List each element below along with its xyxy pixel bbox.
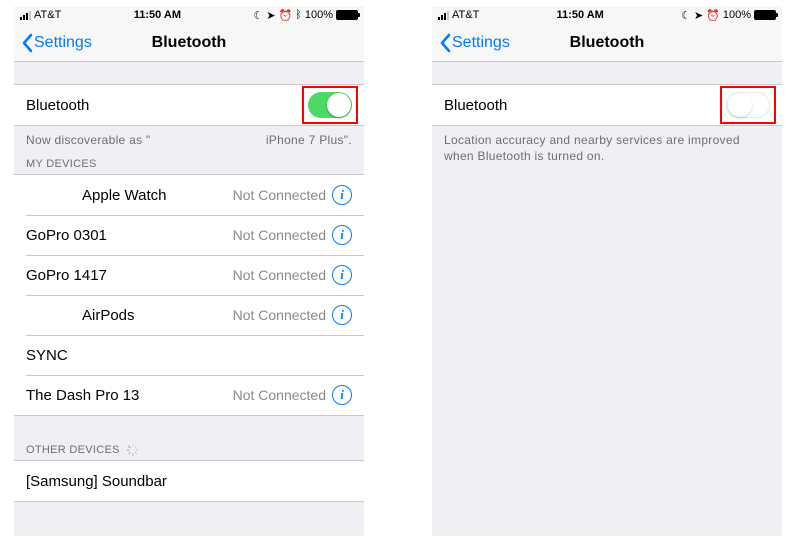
battery-icon — [336, 10, 358, 20]
device-name: AirPods — [26, 307, 135, 324]
bluetooth-toggle-section: Bluetooth — [432, 84, 782, 126]
device-row[interactable]: [Samsung] Soundbar — [14, 461, 364, 501]
do-not-disturb-icon: ☾ — [253, 9, 263, 22]
bluetooth-off-note: Location accuracy and nearby services ar… — [432, 126, 782, 168]
other-devices-list: [Samsung] Soundbar — [14, 460, 364, 502]
status-bar: AT&T 11:50 AM ☾ ➤ ⏰ ᛒ 100% — [14, 6, 364, 24]
battery-icon — [754, 10, 776, 20]
info-icon[interactable]: i — [332, 225, 352, 245]
alarm-icon: ⏰ — [279, 9, 293, 22]
signal-icon — [438, 11, 449, 20]
bluetooth-toggle[interactable] — [308, 92, 352, 118]
battery-pct: 100% — [305, 9, 333, 21]
device-status: Not Connectedi — [233, 305, 352, 325]
device-status: Not Connectedi — [233, 385, 352, 405]
bluetooth-toggle-section: Bluetooth — [14, 84, 364, 126]
device-name: GoPro 1417 — [26, 267, 107, 284]
device-name: [Samsung] Soundbar — [26, 473, 167, 490]
bluetooth-toggle[interactable] — [726, 92, 770, 118]
device-status: Not Connectedi — [233, 185, 352, 205]
device-row[interactable]: SYNC — [14, 335, 364, 375]
bluetooth-toggle-row[interactable]: Bluetooth — [432, 85, 782, 125]
my-devices-list: Apple Watch Not Connectedi GoPro 0301 Not C… — [14, 174, 364, 416]
device-name: SYNC — [26, 347, 68, 364]
chevron-left-icon — [20, 33, 34, 53]
info-icon[interactable]: i — [332, 185, 352, 205]
clock: 11:50 AM — [134, 9, 181, 21]
carrier-label: AT&T — [34, 9, 61, 21]
carrier-label: AT&T — [452, 9, 479, 21]
chevron-left-icon — [438, 33, 452, 53]
back-label: Settings — [34, 34, 92, 52]
bluetooth-toggle-row[interactable]: Bluetooth — [14, 85, 364, 125]
device-name: GoPro 0301 — [26, 227, 107, 244]
info-icon[interactable]: i — [332, 385, 352, 405]
device-row[interactable]: The Dash Pro 13 Not Connectedi — [14, 375, 364, 415]
discoverable-note: Now discoverable as " iPhone 7 Plus". — [14, 126, 364, 152]
device-row[interactable]: GoPro 1417 Not Connectedi — [14, 255, 364, 295]
navigation-icon: ➤ — [694, 9, 703, 22]
nav-bar: Settings Bluetooth — [432, 24, 782, 62]
do-not-disturb-icon: ☾ — [681, 9, 691, 22]
bluetooth-toggle-label: Bluetooth — [444, 97, 507, 114]
alarm-icon: ⏰ — [706, 9, 720, 22]
status-bar: AT&T 11:50 AM ☾ ➤ ⏰ 100% — [432, 6, 782, 24]
page-title: Bluetooth — [570, 34, 645, 52]
phone-bluetooth-on: AT&T 11:50 AM ☾ ➤ ⏰ ᛒ 100% Settings Blue… — [14, 6, 364, 536]
navigation-icon: ➤ — [266, 9, 275, 22]
device-name: Apple Watch — [26, 187, 167, 204]
bluetooth-toggle-label: Bluetooth — [26, 97, 89, 114]
info-icon[interactable]: i — [332, 305, 352, 325]
back-button[interactable]: Settings — [438, 33, 510, 53]
phone-bluetooth-off: AT&T 11:50 AM ☾ ➤ ⏰ 100% Settings Blueto… — [432, 6, 782, 536]
device-status: Not Connectedi — [233, 265, 352, 285]
signal-icon — [20, 11, 31, 20]
battery-pct: 100% — [723, 9, 751, 21]
back-label: Settings — [452, 34, 510, 52]
nav-bar: Settings Bluetooth — [14, 24, 364, 62]
other-devices-header: OTHER DEVICES — [14, 438, 364, 460]
page-title: Bluetooth — [152, 34, 227, 52]
device-status: Not Connectedi — [233, 225, 352, 245]
my-devices-header: MY DEVICES — [14, 152, 364, 174]
device-name: The Dash Pro 13 — [26, 387, 139, 404]
device-row[interactable]: GoPro 0301 Not Connectedi — [14, 215, 364, 255]
spinner-icon — [127, 444, 139, 456]
back-button[interactable]: Settings — [20, 33, 92, 53]
device-row[interactable]: Apple Watch Not Connectedi — [14, 175, 364, 215]
device-row[interactable]: AirPods Not Connectedi — [14, 295, 364, 335]
info-icon[interactable]: i — [332, 265, 352, 285]
clock: 11:50 AM — [557, 9, 604, 21]
bluetooth-icon: ᛒ — [295, 9, 302, 21]
